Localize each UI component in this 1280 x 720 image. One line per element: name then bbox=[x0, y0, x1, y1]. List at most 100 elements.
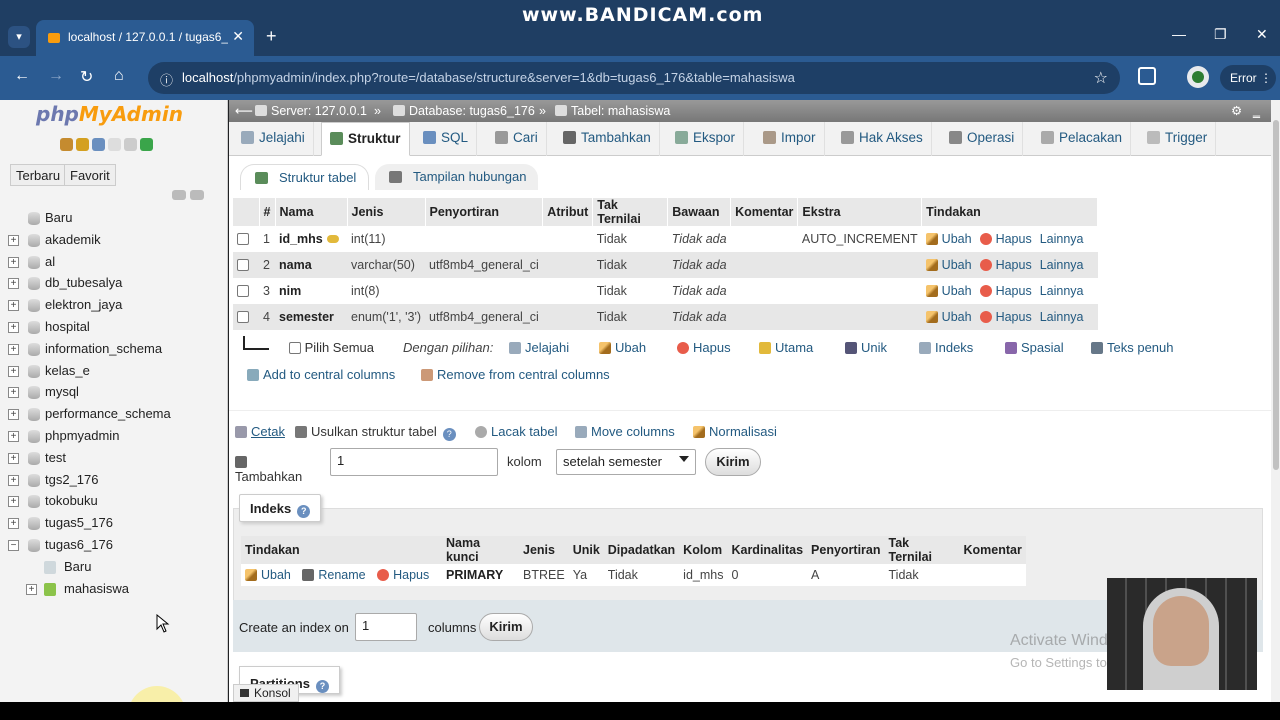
address-bar[interactable]: ⓘ localhost/phpmyadmin/index.php?route=/… bbox=[148, 62, 1120, 94]
tab-hak-akses[interactable]: Hak Akses bbox=[833, 122, 932, 156]
expand-icon[interactable]: + bbox=[26, 583, 37, 595]
collapse-icon[interactable]: − bbox=[8, 539, 19, 551]
extensions-icon[interactable] bbox=[1138, 67, 1156, 85]
bulk-spatial-button[interactable]: Spasial bbox=[1005, 340, 1064, 355]
expand-icon[interactable]: + bbox=[8, 343, 19, 355]
expand-icon[interactable]: + bbox=[8, 300, 19, 312]
row-checkbox[interactable] bbox=[237, 311, 249, 323]
edit-button[interactable]: Ubah bbox=[925, 284, 972, 298]
more-button[interactable]: Lainnya bbox=[1040, 284, 1084, 298]
site-info-icon[interactable]: ⓘ bbox=[160, 70, 173, 89]
home-icon[interactable] bbox=[60, 138, 73, 151]
back-icon[interactable]: ← bbox=[14, 67, 30, 85]
bulk-browse-button[interactable]: Jelajahi bbox=[509, 340, 569, 355]
create-index-count-input[interactable]: 1 bbox=[355, 613, 417, 641]
tab-search-dropdown[interactable]: ▾ bbox=[8, 26, 30, 48]
tab-cari[interactable]: Cari bbox=[487, 122, 547, 156]
propose-structure-link[interactable]: Usulkan struktur tabel? bbox=[295, 424, 456, 441]
more-button[interactable]: Lainnya bbox=[1040, 232, 1084, 246]
row-select[interactable] bbox=[233, 226, 259, 252]
tab-close-icon[interactable]: ✕ bbox=[232, 28, 244, 45]
address-url[interactable]: localhost/phpmyadmin/index.php?route=/da… bbox=[182, 70, 795, 85]
bulk-unique-button[interactable]: Unik bbox=[845, 340, 887, 355]
reload-nav-icon[interactable] bbox=[140, 138, 153, 151]
settings-icon[interactable] bbox=[124, 138, 137, 151]
tab-impor[interactable]: Impor bbox=[755, 122, 825, 156]
expand-icon[interactable]: + bbox=[8, 430, 19, 442]
console-toggle[interactable]: Konsol bbox=[233, 684, 299, 702]
collapse-all-icon[interactable] bbox=[172, 190, 186, 200]
expand-icon[interactable]: + bbox=[8, 321, 19, 333]
more-button[interactable]: Lainnya bbox=[1040, 258, 1084, 272]
add-column-position-select[interactable]: setelah semester bbox=[556, 449, 696, 475]
minimize-panel-icon[interactable]: ‗ bbox=[1253, 100, 1260, 122]
print-link[interactable]: Cetak bbox=[235, 424, 285, 439]
link-icon[interactable] bbox=[190, 190, 204, 200]
gear-icon[interactable]: ⚙ bbox=[1231, 100, 1242, 122]
row-select[interactable] bbox=[233, 304, 259, 330]
index-edit-button[interactable]: Ubah bbox=[245, 568, 291, 582]
remove-central-columns-button[interactable]: Remove from central columns bbox=[421, 367, 610, 382]
help-icon[interactable]: ? bbox=[442, 428, 456, 441]
index-rename-button[interactable]: Rename bbox=[302, 568, 366, 582]
edit-button[interactable]: Ubah bbox=[925, 232, 972, 246]
move-columns-link[interactable]: Move columns bbox=[575, 424, 675, 439]
breadcrumb-table[interactable]: Tabel: mahasiswa bbox=[555, 100, 670, 122]
docs-icon[interactable] bbox=[108, 138, 121, 151]
bulk-primary-button[interactable]: Utama bbox=[759, 340, 813, 355]
reload-icon[interactable]: ↻ bbox=[80, 67, 93, 87]
index-drop-button[interactable]: Hapus bbox=[377, 568, 429, 582]
tab-tambahkan[interactable]: Tambahkan bbox=[555, 122, 660, 156]
bulk-drop-button[interactable]: Hapus bbox=[677, 340, 731, 355]
expand-icon[interactable]: + bbox=[8, 234, 19, 246]
error-menu-button[interactable]: Error ⋮ bbox=[1220, 65, 1276, 91]
add-column-submit-button[interactable]: Kirim bbox=[705, 448, 761, 476]
phpmyadmin-logo[interactable]: phpMyAdmin bbox=[36, 102, 183, 126]
add-column-count-input[interactable]: 1 bbox=[330, 448, 498, 476]
bulk-index-button[interactable]: Indeks bbox=[919, 340, 973, 355]
edit-button[interactable]: Ubah bbox=[925, 310, 972, 324]
add-central-columns-button[interactable]: Add to central columns bbox=[247, 367, 395, 382]
create-index-submit-button[interactable]: Kirim bbox=[479, 613, 533, 641]
expand-icon[interactable]: + bbox=[8, 518, 19, 530]
subtab-relation-view[interactable]: Tampilan hubungan bbox=[375, 164, 539, 190]
main-scrollbar[interactable] bbox=[1271, 100, 1280, 720]
check-all-checkbox[interactable] bbox=[289, 342, 301, 354]
row-checkbox[interactable] bbox=[237, 259, 249, 271]
recent-button[interactable]: Terbaru bbox=[10, 164, 67, 186]
profile-avatar[interactable] bbox=[1187, 66, 1209, 88]
tab-ekspor[interactable]: Ekspor bbox=[667, 122, 745, 156]
help-icon[interactable] bbox=[92, 138, 105, 151]
column-name[interactable]: nama bbox=[275, 252, 347, 278]
column-name[interactable]: nim bbox=[275, 278, 347, 304]
tab-pelacakan[interactable]: Pelacakan bbox=[1033, 122, 1132, 156]
expand-icon[interactable]: + bbox=[8, 452, 19, 464]
bulk-fulltext-button[interactable]: Teks penuh bbox=[1091, 340, 1174, 355]
check-all[interactable]: Pilih Semua bbox=[289, 340, 374, 355]
help-icon[interactable]: ? bbox=[315, 680, 329, 693]
expand-icon[interactable]: + bbox=[8, 496, 19, 508]
row-select[interactable] bbox=[233, 278, 259, 304]
drop-button[interactable]: Hapus bbox=[979, 310, 1032, 324]
edit-button[interactable]: Ubah bbox=[925, 258, 972, 272]
normalize-link[interactable]: Normalisasi bbox=[693, 424, 777, 439]
track-table-link[interactable]: Lacak tabel bbox=[475, 424, 558, 439]
expand-icon[interactable]: + bbox=[8, 278, 19, 290]
breadcrumb-database[interactable]: Database: tugas6_176 bbox=[393, 100, 535, 122]
tab-struktur[interactable]: Struktur bbox=[321, 122, 410, 156]
expand-icon[interactable]: + bbox=[8, 474, 19, 486]
close-window-button[interactable]: ✕ bbox=[1256, 26, 1268, 43]
help-icon[interactable]: ? bbox=[297, 505, 311, 518]
favorites-button[interactable]: Favorit bbox=[64, 164, 116, 186]
bulk-edit-button[interactable]: Ubah bbox=[599, 340, 646, 355]
drop-button[interactable]: Hapus bbox=[979, 284, 1032, 298]
bookmark-star-icon[interactable]: ☆ bbox=[1094, 68, 1108, 88]
tab-trigger[interactable]: Trigger bbox=[1139, 122, 1217, 156]
new-tab-button[interactable]: + bbox=[266, 26, 277, 47]
minimize-button[interactable]: — bbox=[1172, 26, 1186, 42]
tab-operasi[interactable]: Operasi bbox=[941, 122, 1024, 156]
forward-icon[interactable]: → bbox=[48, 67, 64, 85]
breadcrumb-server[interactable]: Server: 127.0.0.1 bbox=[255, 100, 367, 122]
column-name[interactable]: id_mhs bbox=[275, 226, 347, 252]
row-checkbox[interactable] bbox=[237, 285, 249, 297]
